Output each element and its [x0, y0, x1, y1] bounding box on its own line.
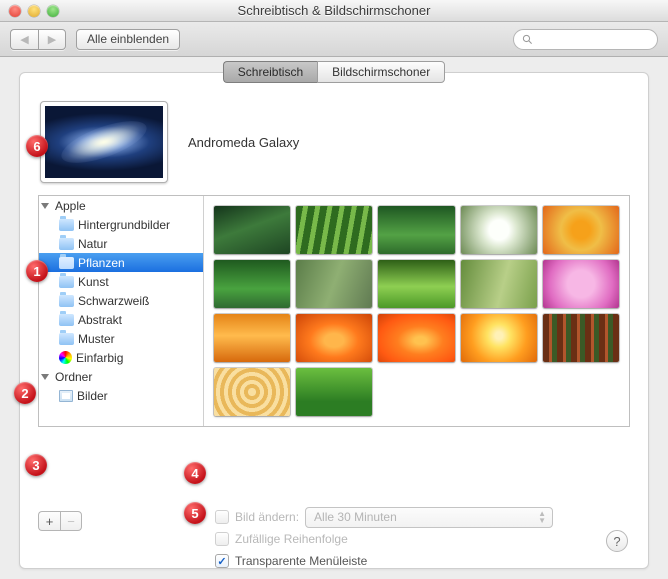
preferences-panel: Schreibtisch Bildschirmschoner Andromeda…: [19, 72, 649, 569]
pictures-folder-icon: [59, 390, 73, 402]
tab-desktop-label: Schreibtisch: [238, 65, 303, 79]
help-icon: ?: [613, 534, 620, 549]
wallpaper-thumb[interactable]: [378, 260, 454, 308]
forward-button[interactable]: ▶: [38, 29, 66, 50]
wallpaper-thumb[interactable]: [461, 314, 537, 362]
forward-arrow-icon: ▶: [48, 33, 56, 46]
search-icon: [522, 34, 533, 45]
add-folder-button[interactable]: +: [38, 511, 60, 531]
back-button[interactable]: ◀: [10, 29, 38, 50]
sidebar-item-label: Kunst: [78, 275, 109, 289]
wallpaper-thumb[interactable]: [543, 260, 619, 308]
callout-4: 4: [184, 462, 206, 484]
sidebar-item-label: Schwarzweiß: [78, 294, 149, 308]
callout-5: 5: [184, 502, 206, 524]
wallpaper-thumb[interactable]: [296, 314, 372, 362]
toolbar: ◀ ▶ Alle einblenden: [0, 22, 668, 57]
random-order-checkbox[interactable]: [215, 532, 229, 546]
wallpaper-thumb[interactable]: [214, 260, 290, 308]
tab-screensaver[interactable]: Bildschirmschoner: [317, 61, 445, 83]
sidebar-group-label: Ordner: [55, 370, 92, 384]
sidebar-item-schwarzweiss[interactable]: Schwarzweiß: [39, 291, 203, 310]
thumbnail-grid: [204, 196, 629, 426]
random-order-label: Zufällige Reihenfolge: [235, 532, 348, 546]
folder-icon: [59, 219, 74, 231]
minus-icon: −: [67, 514, 75, 529]
sidebar-item-label: Natur: [78, 237, 107, 251]
sidebar-group-apple[interactable]: Apple: [39, 196, 203, 215]
source-sidebar: Apple Hintergrundbilder Natur Pflanzen K…: [39, 196, 204, 426]
change-picture-checkbox[interactable]: [215, 510, 229, 524]
nav-segment: ◀ ▶: [10, 29, 66, 50]
back-arrow-icon: ◀: [20, 33, 28, 46]
callout-2: 2: [14, 382, 36, 404]
wallpaper-thumb[interactable]: [378, 314, 454, 362]
change-interval-popup[interactable]: Alle 30 Minuten ▲▼: [305, 507, 553, 528]
sidebar-item-label: Bilder: [77, 389, 108, 403]
tab-screensaver-label: Bildschirmschoner: [332, 65, 430, 79]
folder-icon: [59, 257, 74, 269]
wallpaper-preview: [40, 101, 168, 183]
colorwheel-icon: [59, 351, 72, 364]
options-area: Bild ändern: Alle 30 Minuten ▲▼ Zufällig…: [215, 506, 628, 572]
wallpaper-thumb[interactable]: [214, 206, 290, 254]
wallpaper-thumb[interactable]: [296, 368, 372, 416]
show-all-button[interactable]: Alle einblenden: [76, 29, 180, 50]
remove-folder-button[interactable]: −: [60, 511, 82, 531]
sidebar-item-kunst[interactable]: Kunst: [39, 272, 203, 291]
callout-6: 6: [26, 135, 48, 157]
sidebar-group-ordner[interactable]: Ordner: [39, 367, 203, 386]
sidebar-item-label: Pflanzen: [78, 256, 125, 270]
disclosure-icon: [41, 203, 49, 209]
change-interval-value: Alle 30 Minuten: [314, 510, 397, 524]
change-picture-label: Bild ändern:: [235, 510, 299, 524]
titlebar: Schreibtisch & Bildschirmschoner: [0, 0, 668, 22]
wallpaper-thumb[interactable]: [461, 206, 537, 254]
sidebar-item-pflanzen[interactable]: Pflanzen: [39, 253, 203, 272]
tab-desktop[interactable]: Schreibtisch: [223, 61, 317, 83]
wallpaper-thumb[interactable]: [296, 260, 372, 308]
wallpaper-thumb[interactable]: [543, 314, 619, 362]
sidebar-item-natur[interactable]: Natur: [39, 234, 203, 253]
transparent-menubar-label: Transparente Menüleiste: [235, 554, 367, 568]
sidebar-item-muster[interactable]: Muster: [39, 329, 203, 348]
popup-arrows-icon: ▲▼: [538, 510, 546, 524]
wallpaper-thumb[interactable]: [378, 206, 454, 254]
sidebar-item-label: Abstrakt: [78, 313, 122, 327]
folder-icon: [59, 314, 74, 326]
wallpaper-thumb[interactable]: [214, 368, 290, 416]
wallpaper-thumb[interactable]: [214, 314, 290, 362]
wallpaper-thumb[interactable]: [543, 206, 619, 254]
disclosure-icon: [41, 374, 49, 380]
sidebar-item-hintergrundbilder[interactable]: Hintergrundbilder: [39, 215, 203, 234]
folder-icon: [59, 238, 74, 250]
folder-icon: [59, 276, 74, 288]
show-all-label: Alle einblenden: [87, 32, 169, 46]
help-button[interactable]: ?: [606, 530, 628, 552]
wallpaper-thumb[interactable]: [296, 206, 372, 254]
sidebar-item-label: Einfarbig: [76, 351, 123, 365]
wallpaper-name: Andromeda Galaxy: [188, 135, 299, 150]
transparent-menubar-checkbox[interactable]: ✓: [215, 554, 229, 568]
callout-3: 3: [25, 454, 47, 476]
window-title: Schreibtisch & Bildschirmschoner: [0, 3, 668, 18]
search-input[interactable]: [513, 29, 658, 50]
wallpaper-thumb[interactable]: [461, 260, 537, 308]
sidebar-item-bilder[interactable]: Bilder: [39, 386, 203, 405]
callout-1: 1: [26, 260, 48, 282]
folder-icon: [59, 333, 74, 345]
sidebar-item-abstrakt[interactable]: Abstrakt: [39, 310, 203, 329]
sidebar-item-label: Muster: [78, 332, 115, 346]
sidebar-group-label: Apple: [55, 199, 86, 213]
folder-icon: [59, 295, 74, 307]
plus-icon: +: [46, 514, 54, 529]
sidebar-item-einfarbig[interactable]: Einfarbig: [39, 348, 203, 367]
sidebar-item-label: Hintergrundbilder: [78, 218, 170, 232]
tab-bar: Schreibtisch Bildschirmschoner: [20, 61, 648, 83]
